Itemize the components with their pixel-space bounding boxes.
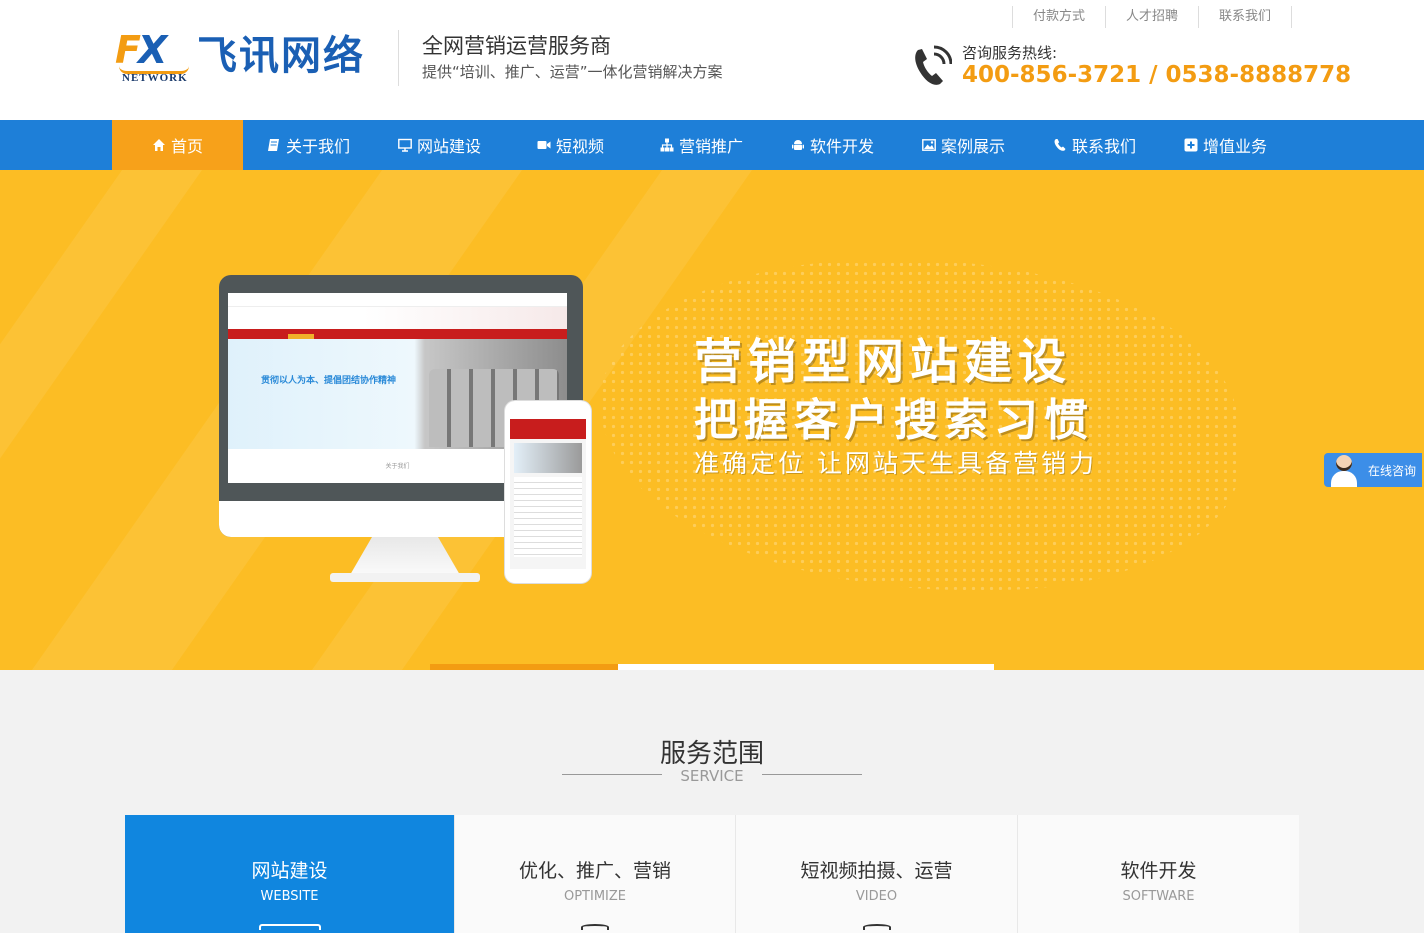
nav-item-label: 首页 <box>170 137 203 156</box>
nav-item-label: 软件开发 <box>809 137 874 156</box>
online-consult-button[interactable]: 在线咨询 <box>1324 453 1422 487</box>
top-link-jobs[interactable]: 人才招聘 <box>1105 6 1198 28</box>
site-header: 付款方式 人才招聘 联系我们 FX NETWORK 飞讯网络 全网营销运营服务商… <box>0 0 1424 120</box>
home-icon <box>152 138 166 152</box>
logo-network-text: NETWORK <box>122 72 188 84</box>
nav-item-label: 短视频 <box>555 137 604 156</box>
screen-hero-text: 贯彻以人为本、提倡团结协作精神 <box>261 376 397 386</box>
slogan: 全网营销运营服务商 提供“培训、推广、运营”一体化营销解决方案 <box>422 32 723 83</box>
nav-item-label: 关于我们 <box>285 137 350 156</box>
nav-item-about[interactable]: 关于我们 <box>243 120 374 170</box>
nav-item-video[interactable]: 短视频 <box>505 120 636 170</box>
top-link-contact[interactable]: 联系我们 <box>1198 6 1293 28</box>
service-card-website[interactable]: 网站建设 WEBSITE <box>125 815 455 933</box>
customer-service-avatar-icon <box>1328 453 1358 487</box>
video-camera-icon <box>537 138 551 152</box>
service-card-title: 软件开发 <box>1120 860 1197 882</box>
banner-title-2: 把握客户搜索习惯 <box>694 395 1094 446</box>
service-cards: 网站建设 WEBSITE 优化、推广、营销 OPTIMIZE 短视频拍摄、运营 … <box>125 815 1299 933</box>
plus-square-icon <box>1184 138 1198 152</box>
book-icon <box>267 138 281 152</box>
service-card-optimize[interactable]: 优化、推广、营销 OPTIMIZE <box>455 815 736 933</box>
top-link-payment[interactable]: 付款方式 <box>1012 6 1105 28</box>
slogan-main: 全网营销运营服务商 <box>422 34 611 58</box>
service-card-subtitle: VIDEO <box>855 889 898 904</box>
top-links: 付款方式 人才招聘 联系我们 <box>1012 6 1293 28</box>
logo-name: 飞讯网络 <box>197 33 365 79</box>
android-icon <box>791 138 805 152</box>
header-divider <box>398 30 399 86</box>
site-logo[interactable]: FX NETWORK 飞讯网络 <box>115 28 380 90</box>
nav-item-label: 营销推广 <box>678 137 743 156</box>
mobile-mockup <box>505 401 591 583</box>
service-card-title: 短视频拍摄、运营 <box>800 860 953 882</box>
monitor-stand-base <box>330 573 480 582</box>
service-card-video[interactable]: 短视频拍摄、运营 VIDEO <box>736 815 1018 933</box>
nav-item-website[interactable]: 网站建设 <box>374 120 505 170</box>
banner-title-1: 营销型网站建设 <box>694 334 1073 390</box>
video-icon <box>862 924 891 930</box>
nav-item-marketing[interactable]: 营销推广 <box>636 120 767 170</box>
website-icon <box>258 924 321 930</box>
service-title: 服务范围 <box>659 739 764 769</box>
nav-item-cases[interactable]: 案例展示 <box>898 120 1029 170</box>
hotline-label: 咨询服务热线: <box>962 44 1058 62</box>
service-subtitle: SERVICE <box>680 767 744 785</box>
nav-item-label: 联系我们 <box>1071 137 1136 156</box>
monitor-icon <box>398 138 412 152</box>
service-card-subtitle: OPTIMIZE <box>563 889 627 904</box>
sitemap-icon <box>660 138 674 152</box>
service-card-title: 网站建设 <box>251 860 328 882</box>
hero-banner[interactable]: 贯彻以人为本、提倡团结协作精神 关于我们 营销型网站建设 把握客户搜索习惯 准确… <box>0 170 1424 670</box>
nav-item-software[interactable]: 软件开发 <box>767 120 898 170</box>
nav-item-label: 增值业务 <box>1202 137 1267 156</box>
nav-item-label: 网站建设 <box>416 137 481 156</box>
optimize-icon <box>581 924 609 930</box>
main-nav: 首页 关于我们 网站建设 短视频 营销推广 软件开发 案例展示 联系我们 增值业… <box>0 120 1424 170</box>
service-card-software[interactable]: 软件开发 SOFTWARE <box>1018 815 1299 933</box>
logo-mark: FX <box>115 28 167 72</box>
hotline-number: 400-856-3721 / 0538-8888778 <box>962 62 1352 88</box>
nav-item-contact[interactable]: 联系我们 <box>1029 120 1160 170</box>
phone-icon <box>912 44 953 88</box>
service-title-line-right <box>762 774 862 775</box>
nav-item-label: 案例展示 <box>940 137 1005 156</box>
online-consult-label: 在线咨询 <box>1368 463 1417 478</box>
nav-item-value-added[interactable]: 增值业务 <box>1160 120 1291 170</box>
phone-icon <box>1053 138 1067 152</box>
banner-subtitle: 准确定位 让网站天生具备营销力 <box>694 449 1097 478</box>
service-card-title: 优化、推广、营销 <box>518 860 671 882</box>
nav-item-home[interactable]: 首页 <box>112 120 243 170</box>
service-card-subtitle: SOFTWARE <box>1122 889 1195 904</box>
service-card-subtitle: WEBSITE <box>260 889 319 904</box>
service-section: 服务范围 SERVICE 网站建设 WEBSITE 优化、推广、营销 OPTIM… <box>0 670 1424 933</box>
slogan-sub: 提供“培训、推广、运营”一体化营销解决方案 <box>422 63 723 81</box>
image-icon <box>922 138 936 152</box>
